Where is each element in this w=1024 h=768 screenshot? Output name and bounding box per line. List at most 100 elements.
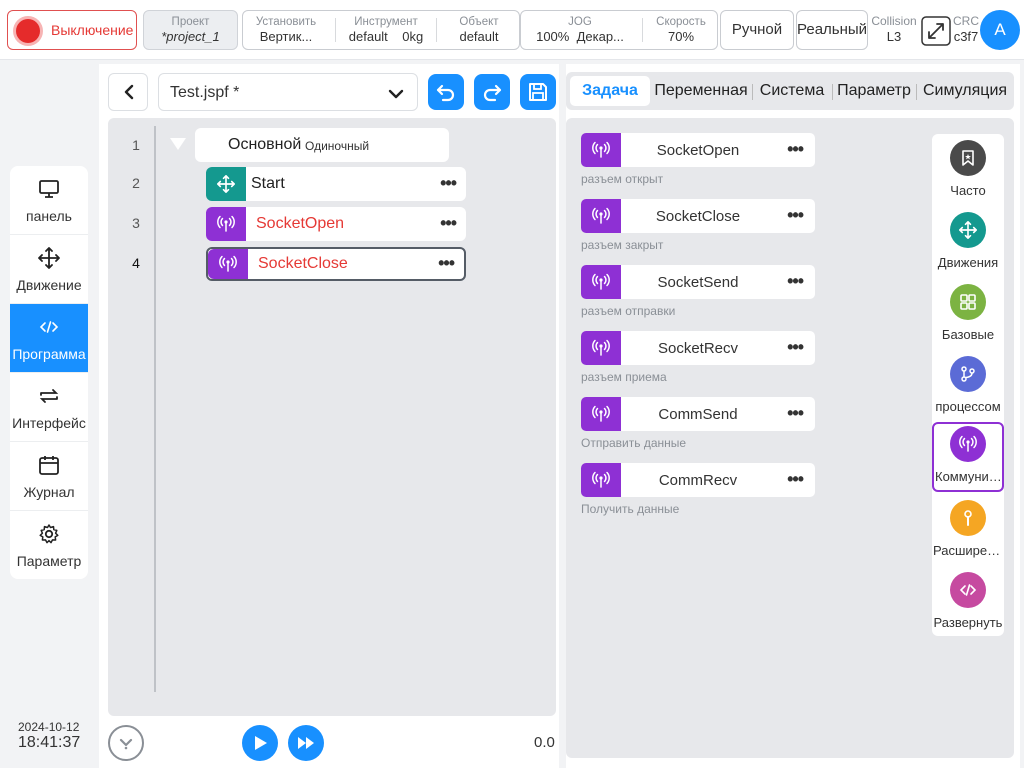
tab-simulation[interactable]: Симуляция xyxy=(918,72,1012,110)
power-off-button[interactable]: Выключение xyxy=(7,10,137,50)
category-basic[interactable]: Базовые xyxy=(932,280,1004,352)
back-button[interactable] xyxy=(108,73,148,111)
nav-motion[interactable]: Движение xyxy=(10,235,88,304)
antenna-icon-box xyxy=(206,207,246,241)
category-frequent[interactable]: Часто xyxy=(932,136,1004,208)
block-icon-box xyxy=(581,331,621,365)
collision-indicator[interactable]: Collision L3 xyxy=(870,14,918,44)
antenna-icon xyxy=(592,273,610,290)
fullscreen-icon[interactable] xyxy=(921,16,951,51)
wrench-icon xyxy=(950,500,986,536)
collision-value: L3 xyxy=(886,29,902,44)
object-selector[interactable]: Объект default xyxy=(439,11,519,49)
move-icon xyxy=(217,175,235,193)
block-name: SocketClose xyxy=(655,208,741,225)
redo-button[interactable] xyxy=(474,74,510,110)
category-deploy[interactable]: Развернуть xyxy=(932,568,1004,640)
tree-node-socketclose[interactable]: SocketClose ••• xyxy=(206,247,466,281)
install-value: Вертик... xyxy=(259,29,313,44)
expand-down-button[interactable] xyxy=(108,725,144,761)
block-name: CommSend xyxy=(658,406,738,423)
category-extension[interactable]: Расширение xyxy=(932,496,1004,568)
block-item[interactable]: SocketClose ••• xyxy=(581,199,815,233)
tab-variable[interactable]: Переменная xyxy=(652,72,750,110)
chevron-down-circle-icon xyxy=(119,738,133,750)
mode-button[interactable]: Ручной xyxy=(720,10,794,50)
block-item[interactable]: SocketOpen ••• xyxy=(581,133,815,167)
more-options-icon[interactable]: ••• xyxy=(787,337,804,358)
main-label: Основной xyxy=(228,136,302,153)
undo-button[interactable] xyxy=(428,74,464,110)
antenna-icon xyxy=(592,339,610,356)
crc-value: c3f7 xyxy=(953,29,979,44)
user-avatar[interactable]: A xyxy=(980,10,1020,50)
jog-percent: 100% xyxy=(536,29,570,44)
antenna-icon xyxy=(592,207,610,224)
more-options-icon[interactable]: ••• xyxy=(787,403,804,424)
run-button[interactable] xyxy=(242,725,278,761)
more-options-icon[interactable]: ••• xyxy=(787,469,804,490)
calendar-icon xyxy=(39,456,59,475)
block-item[interactable]: CommRecv ••• xyxy=(581,463,815,497)
object-value: default xyxy=(459,29,499,44)
more-options-icon[interactable]: ••• xyxy=(440,173,457,194)
tab-task[interactable]: Задача xyxy=(570,76,650,106)
project-selector[interactable]: Проект *project_1 xyxy=(143,10,238,50)
category-communication-label: Коммуникация xyxy=(935,469,1006,484)
collapse-triangle-icon[interactable] xyxy=(169,137,187,151)
step-button[interactable] xyxy=(288,725,324,761)
socketclose-label: SocketClose xyxy=(258,255,348,272)
line-number: 4 xyxy=(132,255,140,271)
undo-icon xyxy=(436,84,455,102)
category-deploy-label: Развернуть xyxy=(933,615,1003,630)
project-value: *project_1 xyxy=(161,29,220,44)
nav-interface[interactable]: Интерфейс xyxy=(10,373,88,442)
tool-weight: 0kg xyxy=(402,29,424,44)
nav-journal[interactable]: Журнал xyxy=(10,442,88,511)
category-communication[interactable]: Коммуникация xyxy=(932,422,1006,492)
tree-node-main[interactable]: Основной Одиночный xyxy=(195,128,449,162)
tab-variable-label: Переменная xyxy=(654,82,748,99)
tree-node-socketopen[interactable]: SocketOpen ••• xyxy=(206,207,466,241)
nav-parameter[interactable]: Параметр xyxy=(10,511,88,579)
chevron-down-icon xyxy=(388,89,404,99)
antenna-icon xyxy=(217,215,235,232)
start-label: Start xyxy=(251,175,285,192)
tab-parameter[interactable]: Параметр xyxy=(834,72,914,110)
more-options-icon[interactable]: ••• xyxy=(440,213,457,234)
crc-label: CRC xyxy=(953,14,979,28)
chevron-left-icon xyxy=(124,84,134,100)
category-motion[interactable]: Движения xyxy=(932,208,1004,280)
swap-icon xyxy=(39,389,59,403)
tool-selector[interactable]: Инструмент default 0kg xyxy=(339,11,433,49)
block-item[interactable]: SocketSend ••• xyxy=(581,265,815,299)
real-label: Реальный xyxy=(797,21,868,38)
nav-program[interactable]: Программа xyxy=(10,304,88,373)
save-icon xyxy=(529,83,547,101)
tree-node-start[interactable]: Start ••• xyxy=(206,167,466,201)
code-icon xyxy=(950,572,986,608)
block-icon-box xyxy=(581,133,621,167)
more-options-icon[interactable]: ••• xyxy=(787,139,804,160)
install-selector[interactable]: Установить Вертик... xyxy=(243,11,329,49)
jog-selector[interactable]: JOG 100% Декар... xyxy=(521,11,639,49)
socketopen-label: SocketOpen xyxy=(256,215,345,232)
block-description: разъем закрыт xyxy=(581,238,664,252)
main-sub-label: Одиночный xyxy=(305,139,370,153)
file-select[interactable]: Test.jspf * xyxy=(158,73,418,111)
block-icon-box xyxy=(581,265,621,299)
nav-dashboard[interactable]: панель xyxy=(10,166,88,235)
block-item[interactable]: SocketRecv ••• xyxy=(581,331,815,365)
save-button[interactable] xyxy=(520,74,556,110)
more-options-icon[interactable]: ••• xyxy=(787,205,804,226)
tab-system[interactable]: Система xyxy=(754,72,830,110)
category-process[interactable]: процессом xyxy=(932,352,1004,424)
real-sim-button[interactable]: Реальный xyxy=(796,10,868,50)
block-item[interactable]: CommSend ••• xyxy=(581,397,815,431)
speed-selector[interactable]: Скорость 70% xyxy=(645,11,717,49)
block-icon-box xyxy=(581,397,621,431)
top-status-bar: Выключение Проект *project_1 Установить … xyxy=(0,0,1024,60)
more-options-icon[interactable]: ••• xyxy=(787,271,804,292)
more-options-icon[interactable]: ••• xyxy=(438,253,455,274)
block-description: Получить данные xyxy=(581,502,680,516)
